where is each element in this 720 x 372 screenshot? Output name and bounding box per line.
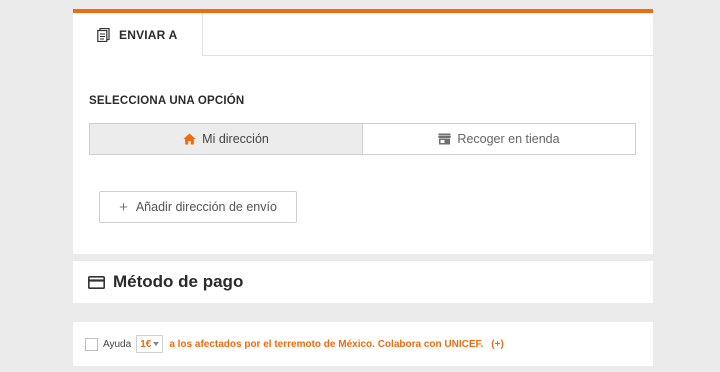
tab-divider (203, 55, 653, 56)
section-label: SELECCIONA UNA OPCIÓN (89, 95, 245, 107)
donation-message: a los afectados por el terremoto de Méxi… (169, 338, 484, 350)
donation-card: Ayuda 1€ a los afectados por el terremot… (73, 322, 653, 366)
add-address-label: Añadir dirección de envío (135, 200, 277, 214)
option-label: Recoger en tienda (457, 132, 560, 146)
tab-enviar-a[interactable]: ENVIAR A (73, 13, 203, 56)
tab-label: ENVIAR A (119, 27, 178, 42)
credit-card-icon (88, 275, 105, 289)
shipping-card: ENVIAR A SELECCIONA UNA OPCIÓN Mi direcc… (73, 9, 653, 254)
donation-amount-select[interactable]: 1€ (136, 335, 164, 353)
home-icon (183, 133, 196, 145)
option-mi-direccion[interactable]: Mi dirección (90, 124, 363, 154)
donation-label: Ayuda (103, 338, 132, 350)
plus-icon: + (119, 198, 128, 216)
payment-card[interactable]: Método de pago (73, 261, 653, 303)
store-icon (438, 133, 452, 145)
option-recoger-en-tienda[interactable]: Recoger en tienda (363, 124, 635, 154)
delivery-option-toggle: Mi dirección Recoger en tienda (89, 123, 636, 155)
add-address-button[interactable]: + Añadir dirección de envío (99, 191, 297, 223)
donation-checkbox[interactable] (85, 337, 98, 351)
document-icon (97, 27, 110, 42)
chevron-down-icon (153, 342, 160, 346)
donation-amount-value: 1€ (140, 338, 152, 350)
donation-more-link[interactable]: (+) (491, 339, 504, 350)
option-label: Mi dirección (202, 132, 269, 146)
payment-title: Método de pago (113, 272, 244, 291)
